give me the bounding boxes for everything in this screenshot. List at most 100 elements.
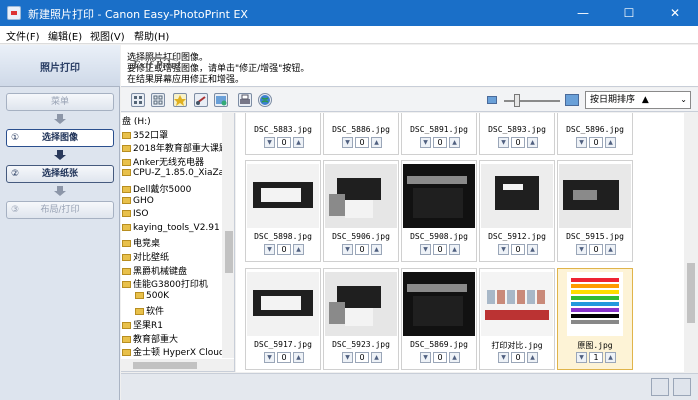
tree-item[interactable]: 2018年教育部重大课题 [122,141,222,154]
print-count-stepper[interactable]: ▼ 0 ▲ [498,244,538,255]
print-count-value[interactable]: 0 [277,352,291,363]
decrement-icon[interactable]: ▼ [498,244,509,255]
increment-icon[interactable]: ▲ [605,244,616,255]
decrement-icon[interactable]: ▼ [342,352,353,363]
increment-icon[interactable]: ▲ [293,244,304,255]
thumbnail-item[interactable]: DSC_5883.jpg ▼ 0 ▲ [245,113,321,155]
tree-item[interactable]: Anker无线充电器 [122,155,222,168]
tree-item[interactable]: 对比壁纸 [122,250,222,263]
tree-item[interactable]: Dell戴尔5000 [122,182,222,195]
decrement-icon[interactable]: ▼ [420,137,431,148]
tree-item[interactable]: 教育部重大 [122,332,222,345]
next-page-icon[interactable] [673,378,691,396]
increment-icon[interactable]: ▲ [371,352,382,363]
decrement-icon[interactable]: ▼ [264,244,275,255]
increment-icon[interactable]: ▲ [449,137,460,148]
tree-item[interactable]: CPU-Z_1.85.0_XiaZaiB [122,168,222,181]
trim-icon[interactable] [194,93,208,107]
thumbnail-item[interactable]: DSC_5869.jpg ▼ 0 ▲ [401,268,477,370]
decrement-icon[interactable]: ▼ [576,244,587,255]
thumbnail-item[interactable]: DSC_5912.jpg ▼ 0 ▲ [479,160,555,262]
thumbnail-item[interactable]: DSC_5896.jpg ▼ 0 ▲ [557,113,633,155]
tree-horizontal-scrollbar[interactable] [121,359,234,371]
increment-icon[interactable]: ▲ [449,352,460,363]
decrement-icon[interactable]: ▼ [576,352,587,363]
tree-item[interactable]: GHO [122,196,222,209]
sort-dropdown[interactable]: 按日期排序 ▲ ⌄ [585,91,691,109]
select-all-icon[interactable] [131,93,145,107]
menu-view[interactable]: 视图(V) [90,28,125,43]
tree-item[interactable]: 金士顿 HyperX Cloud R [122,345,222,358]
increment-icon[interactable]: ▲ [527,137,538,148]
print-count-stepper[interactable]: ▼ 0 ▲ [420,352,460,363]
thumbnail-item[interactable]: DSC_5893.jpg ▼ 0 ▲ [479,113,555,155]
tree-item[interactable]: 352口罩 [122,128,222,141]
print-count-value[interactable]: 0 [589,244,603,255]
tree-item[interactable]: 佳能G3800打印机 [122,277,222,290]
print-count-stepper[interactable]: ▼ 0 ▲ [264,244,304,255]
increment-icon[interactable]: ▲ [371,244,382,255]
tree-item[interactable]: 软件 [135,304,234,317]
thumbnail-photo[interactable] [247,272,319,336]
menu-file[interactable]: 文件(F) [6,28,40,43]
tree-item[interactable]: 坚果R1 [122,318,222,331]
thumbnail-item[interactable]: DSC_5886.jpg ▼ 0 ▲ [323,113,399,155]
print-count-value[interactable]: 1 [589,352,603,363]
print-count-stepper[interactable]: ▼ 0 ▲ [264,352,304,363]
decrement-icon[interactable]: ▼ [420,244,431,255]
grid-scroll-thumb[interactable] [687,263,695,323]
increment-icon[interactable]: ▲ [293,352,304,363]
chevron-down-icon[interactable]: ⌄ [680,92,687,108]
globe-icon[interactable] [258,93,272,107]
step-layout-print[interactable]: ③ 布局/打印 [6,201,114,219]
thumbnail-photo[interactable] [567,272,623,336]
thumbnail-item[interactable]: DSC_5908.jpg ▼ 0 ▲ [401,160,477,262]
decrement-icon[interactable]: ▼ [264,352,275,363]
correct-enhance-icon[interactable] [173,93,187,107]
print-count-value[interactable]: 0 [355,137,369,148]
sort-direction-icon[interactable]: ▲ [642,95,649,105]
menu-help[interactable]: 帮助(H) [134,28,169,43]
image-info-icon[interactable] [214,93,228,107]
tree-item[interactable]: 500K [135,291,234,304]
print-count-value[interactable]: 0 [511,137,525,148]
print-count-stepper[interactable]: ▼ 0 ▲ [342,244,382,255]
print-count-stepper[interactable]: ▼ 0 ▲ [420,137,460,148]
print-count-value[interactable]: 0 [433,352,447,363]
thumbnail-item[interactable]: DSC_5915.jpg ▼ 0 ▲ [557,160,633,262]
increment-icon[interactable]: ▲ [527,352,538,363]
tree-item[interactable]: 盘 (H:) [122,114,222,127]
tree-item[interactable]: 黑爵机械键盘 [122,264,222,277]
thumbnail-item[interactable]: DSC_5923.jpg ▼ 0 ▲ [323,268,399,370]
tree-item[interactable]: ISO [122,209,222,222]
print-count-value[interactable]: 0 [433,137,447,148]
print-count-stepper[interactable]: ▼ 0 ▲ [576,137,616,148]
thumbnail-item[interactable]: 原图.jpg ▼ 1 ▲ [557,268,633,370]
decrement-icon[interactable]: ▼ [498,352,509,363]
tree-hscroll-thumb[interactable] [133,362,197,369]
print-count-stepper[interactable]: ▼ 0 ▲ [498,137,538,148]
thumbnail-photo[interactable] [325,164,397,228]
deselect-icon[interactable] [151,93,165,107]
increment-icon[interactable]: ▲ [605,352,616,363]
thumbnail-item[interactable]: DSC_5898.jpg ▼ 0 ▲ [245,160,321,262]
thumbnail-item[interactable]: 打印对比.jpg ▼ 0 ▲ [479,268,555,370]
thumbnail-item[interactable]: DSC_5906.jpg ▼ 0 ▲ [323,160,399,262]
previous-page-icon[interactable] [651,378,669,396]
increment-icon[interactable]: ▲ [605,137,616,148]
close-button[interactable]: ✕ [652,0,698,26]
menu-step-button[interactable]: 菜单 [6,93,114,111]
print-count-value[interactable]: 0 [511,244,525,255]
thumbnail-photo[interactable] [403,164,475,228]
print-count-value[interactable]: 0 [277,244,291,255]
print-count-value[interactable]: 0 [355,352,369,363]
thumbnail-size-slider[interactable] [504,100,560,102]
maximize-button[interactable]: ☐ [606,0,652,26]
decrement-icon[interactable]: ▼ [420,352,431,363]
thumbnail-photo[interactable] [325,272,397,336]
print-count-value[interactable]: 0 [277,137,291,148]
slider-thumb[interactable] [514,94,520,107]
tree-item[interactable]: kaying_tools_V2.91 [122,223,222,236]
decrement-icon[interactable]: ▼ [498,137,509,148]
increment-icon[interactable]: ▲ [293,137,304,148]
